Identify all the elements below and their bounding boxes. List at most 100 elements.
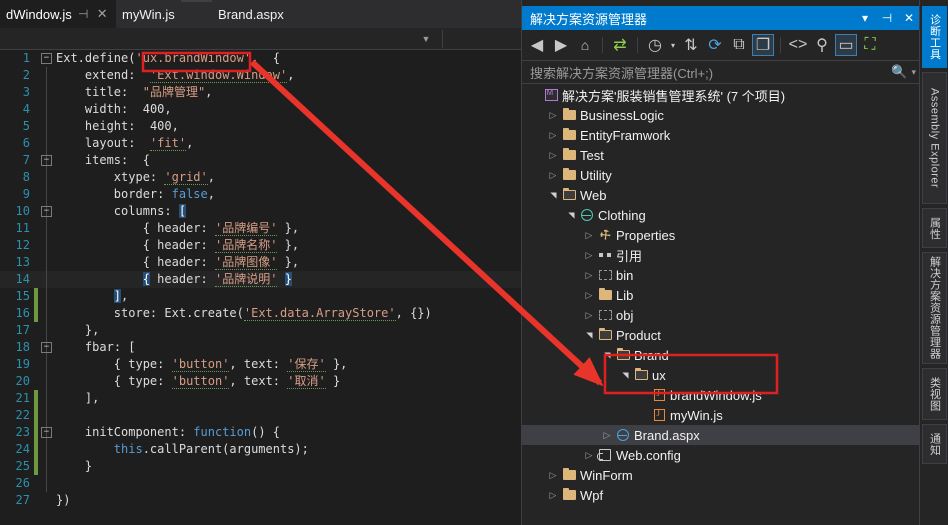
chevron-down-icon[interactable]: ◢ [549,188,558,202]
editor-navigation-bar[interactable]: ▼ [0,28,521,50]
collapse-icon[interactable]: − [41,342,52,353]
code-line[interactable]: 6 layout: 'fit', [0,135,521,152]
chevron-right-icon[interactable]: ▷ [546,150,560,161]
chevron-right-icon[interactable]: ▷ [546,110,560,121]
tree-item-wpf[interactable]: ▷ Wpf [522,485,920,505]
chevron-right-icon[interactable]: ▷ [546,130,560,141]
tree-item-properties[interactable]: ▷ ⚒ Properties [522,225,920,245]
tree-item-businesslogic[interactable]: ▷ BusinessLogic [522,105,920,125]
code-line[interactable]: 27}) [0,492,521,509]
chevron-down-icon[interactable]: ◢ [585,328,594,342]
pending-changes-dropdown-icon[interactable]: ▾ [668,34,678,56]
chevron-down-icon[interactable]: ◢ [567,208,576,222]
chevron-right-icon[interactable]: ▷ [582,230,596,241]
tree-item-obj[interactable]: ▷ obj [522,305,920,325]
search-input-placeholder[interactable]: 搜索解决方案资源管理器(Ctrl+;) [530,63,891,82]
editor-tab-brandwindow[interactable]: dWindow.js ⊣ ✕ [0,0,116,28]
tree-item-winform[interactable]: ▷ WinForm [522,465,920,485]
code-line[interactable]: 5 height: 400, [0,118,521,135]
chevron-right-icon[interactable]: ▷ [546,470,560,481]
code-line[interactable]: 3 title: "品牌管理", [0,84,521,101]
rail-tab-5[interactable]: 通知 [922,424,947,464]
code-line[interactable]: 23− initComponent: function() { [0,424,521,441]
home-icon[interactable]: ⌂ [574,34,596,56]
code-line[interactable]: 20 { type: 'button', text: '取消' } [0,373,521,390]
tree-item-[interactable]: ▷ 引用 [522,245,920,265]
tree-item-mywin.js[interactable]: myWin.js [522,405,920,425]
editor-tab-mywin[interactable]: myWin.js [116,0,181,28]
code-line[interactable]: 10− columns: [ [0,203,521,220]
tree-item-clothing[interactable]: ◢ Clothing [522,205,920,225]
rail-tab-3[interactable]: 解决方案资源管理器 [922,252,947,364]
close-icon[interactable]: ✕ [95,6,110,22]
code-line[interactable]: 14 { header: '品牌说明' } [0,271,521,288]
tree-item-bin[interactable]: ▷ bin [522,265,920,285]
code-line[interactable]: 24 this.callParent(arguments); [0,441,521,458]
collapse-all-icon[interactable]: ⧉ [728,34,750,56]
refresh-icon[interactable]: ⟳ [704,34,726,56]
code-line[interactable]: 8 xtype: 'grid', [0,169,521,186]
tree-item-brand.aspx[interactable]: ▷ Brand.aspx [522,425,920,445]
tree-item-7[interactable]: 解决方案'服装销售管理系统' (7 个项目) [522,85,920,105]
pending-changes-icon[interactable]: ◷ [644,34,666,56]
code-line[interactable]: 15 ], [0,288,521,305]
rail-tab-2[interactable]: 属性 [922,208,947,248]
code-line[interactable]: 17 }, [0,322,521,339]
collapse-icon[interactable]: − [41,53,52,64]
collapse-icon[interactable]: − [41,206,52,217]
chevron-right-icon[interactable]: ▷ [600,430,614,441]
chevron-down-icon[interactable]: ▾ [854,6,876,30]
tree-item-utility[interactable]: ▷ Utility [522,165,920,185]
code-line[interactable]: 21 ], [0,390,521,407]
tree-item-entityframwork[interactable]: ▷ EntityFramwork [522,125,920,145]
search-icon[interactable]: 🔍 [891,64,907,80]
rail-tab-4[interactable]: 类视图 [922,368,947,420]
tree-item-product[interactable]: ◢ Product [522,325,920,345]
chevron-right-icon[interactable]: ▷ [546,170,560,181]
close-icon[interactable]: ✕ [898,6,920,30]
view-code-icon[interactable]: <> [787,34,809,56]
code-line[interactable]: 18− fbar: [ [0,339,521,356]
pin-icon[interactable]: ⊣ [876,6,898,30]
code-line[interactable]: 22 [0,407,521,424]
chevron-down-icon[interactable]: ▼ [417,28,435,50]
show-all-files-icon[interactable]: ❐ [752,34,774,56]
tree-item-test[interactable]: ▷ Test [522,145,920,165]
chevron-right-icon[interactable]: ▷ [582,270,596,281]
forward-icon[interactable]: ▶ [550,34,572,56]
code-line[interactable]: 12 { header: '品牌名称' }, [0,237,521,254]
chevron-down-icon[interactable]: ▾ [911,67,916,78]
rail-tab-1[interactable]: Assembly Explorer [922,72,947,204]
back-icon[interactable]: ◀ [526,34,548,56]
class-diagram-icon[interactable]: ⛶ [859,34,881,56]
chevron-right-icon[interactable]: ▷ [582,290,596,301]
code-line[interactable]: 25 } [0,458,521,475]
editor-tab-brandaspx[interactable]: Brand.aspx [212,0,290,28]
solution-explorer-tree[interactable]: 解决方案'服装销售管理系统' (7 个项目)▷BusinessLogic▷Ent… [522,85,920,525]
tree-item-web.config[interactable]: ▷ Web.config [522,445,920,465]
tree-item-ux[interactable]: ◢ ux [522,365,920,385]
preview-selected-items-icon[interactable]: ▭ [835,34,857,56]
code-line[interactable]: 26 [0,475,521,492]
code-line[interactable]: 2 extend: 'Ext.window.Window', [0,67,521,84]
code-line[interactable]: 4 width: 400, [0,101,521,118]
solution-explorer-search[interactable]: 搜索解决方案资源管理器(Ctrl+;) 🔍 ▾ [522,60,920,84]
code-line[interactable]: 11 { header: '品牌编号' }, [0,220,521,237]
tree-item-brand[interactable]: ◢ Brand [522,345,920,365]
tree-item-brandwindow.js[interactable]: brandWindow.js [522,385,920,405]
tree-item-web[interactable]: ◢ Web [522,185,920,205]
chevron-right-icon[interactable]: ▷ [582,310,596,321]
chevron-right-icon[interactable]: ▷ [582,450,596,461]
properties-icon[interactable]: ⚲ [811,34,833,56]
code-line[interactable]: 19 { type: 'button', text: '保存' }, [0,356,521,373]
pin-icon[interactable]: ⊣ [76,7,91,21]
sync-with-active-document-icon[interactable]: ⇄ [609,34,631,56]
rail-tab-0[interactable]: 诊断工具 [922,6,947,68]
collapse-icon[interactable]: − [41,155,52,166]
code-line[interactable]: 1− Ext.define('ux.brandWindow', { [0,50,521,67]
code-line[interactable]: 13 { header: '品牌图像' }, [0,254,521,271]
sync-icon[interactable]: ⇅ [680,34,702,56]
code-line[interactable]: 16 store: Ext.create('Ext.data.ArrayStor… [0,305,521,322]
code-line[interactable]: 7− items: { [0,152,521,169]
tree-item-lib[interactable]: ▷ Lib [522,285,920,305]
